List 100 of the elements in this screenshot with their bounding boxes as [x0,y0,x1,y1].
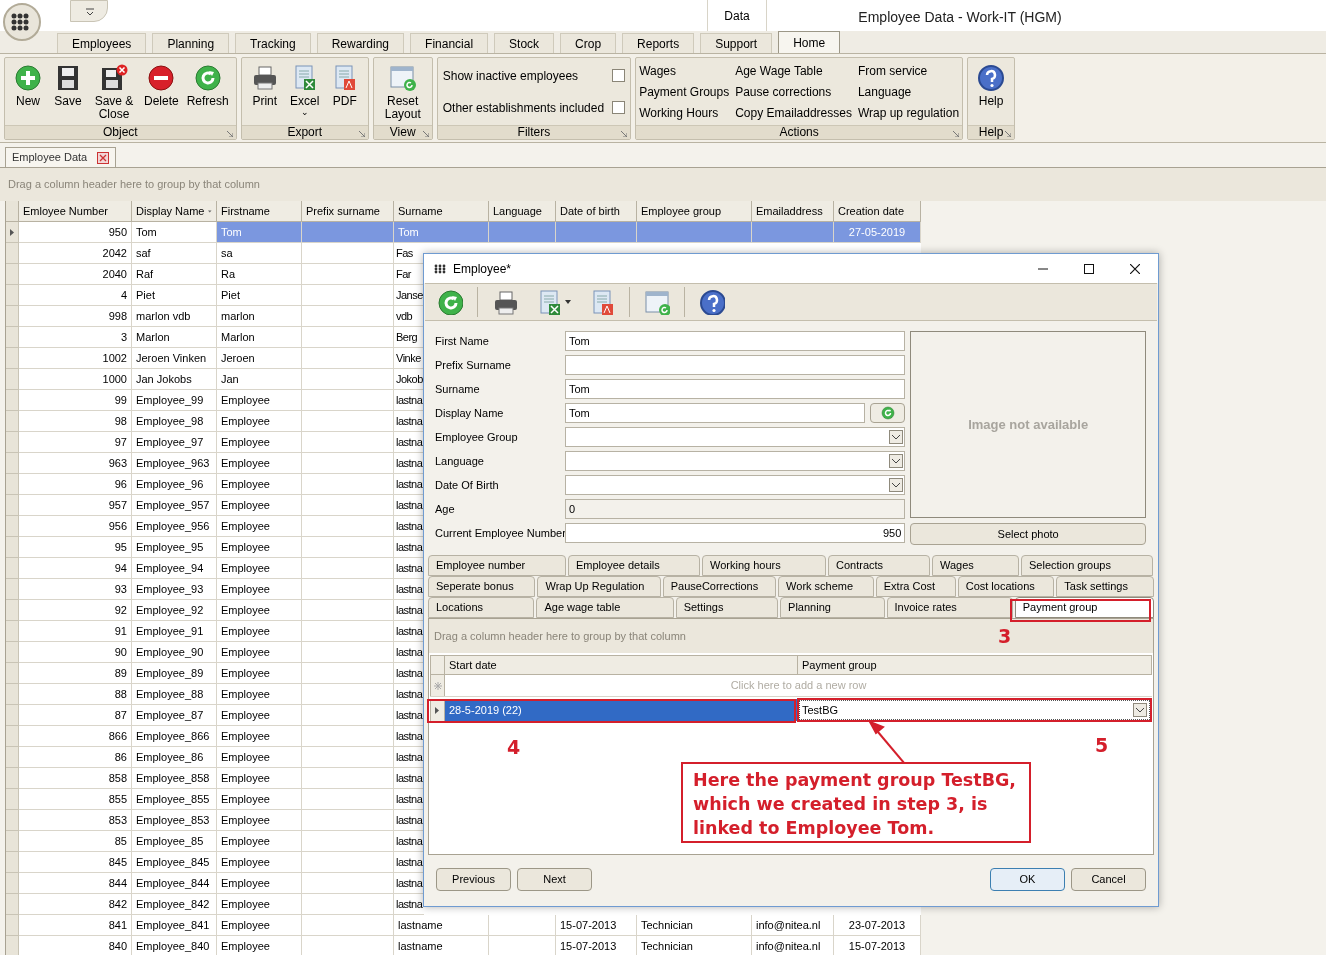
table-cell: 950 [19,222,132,243]
ribbon-tab[interactable]: Reports [622,33,695,53]
table-cell: Employee_99 [132,390,217,411]
input-field[interactable]: Tom [565,403,866,423]
ribbon-button[interactable]: PDF [324,58,365,125]
column-header[interactable]: Start date [445,655,798,675]
dropdown-field[interactable]: TestBG [797,698,1152,722]
ribbon-link[interactable]: Wages [639,61,730,80]
tab[interactable]: Invoice rates [886,597,1013,618]
quick-access-toolbar[interactable] [70,0,108,22]
ribbon-button[interactable]: Print [244,58,285,125]
dialog-button[interactable]: OK [990,868,1065,891]
ribbon-button[interactable]: Help [971,58,1012,125]
table-cell: Employee_87 [132,705,217,726]
input-field[interactable] [565,355,906,375]
chevron-down-icon [1136,707,1144,713]
tab[interactable]: Contracts [828,555,930,576]
table-cell: 841 [19,915,132,936]
tab[interactable]: Work scheme [778,576,874,597]
table-cell: Employee_85 [132,831,217,852]
input-field: 0 [565,499,906,519]
column-header[interactable]: Firstname [217,201,302,222]
tab[interactable]: Selection groups [1021,555,1153,576]
checkbox[interactable] [612,101,626,114]
dialog-button[interactable]: Cancel [1071,868,1146,891]
table-cell: 956 [19,516,132,537]
ribbon-tab[interactable]: Home [778,31,841,53]
tab[interactable]: Extra Cost [875,576,956,597]
tab[interactable]: Employee details [568,555,700,576]
checkbox[interactable] [612,69,626,82]
tab[interactable]: Seperate bonus [428,576,536,597]
tab[interactable]: Cost locations [957,576,1055,597]
document-tab[interactable]: Employee Data [5,147,117,167]
table-cell: Piet [132,285,217,306]
table-cell: 15-07-2013 [556,915,637,936]
column-header[interactable]: Language [489,201,556,222]
ribbon-tab[interactable]: Planning [152,33,230,53]
column-header[interactable]: Surname [394,201,489,222]
ribbon-link[interactable]: From service [857,61,960,80]
step-number: 3 [998,624,1012,649]
ribbon-button[interactable]: Save [48,58,88,125]
ribbon-button[interactable]: Delete [140,58,183,125]
column-header[interactable]: Creation date [834,201,921,222]
row-pointer-icon [10,228,14,236]
ribbon-button[interactable]: Reset Layout [376,58,429,125]
column-header[interactable]: Prefix surname [302,201,394,222]
input-field[interactable]: Tom [565,379,906,399]
input-field[interactable]: Tom [565,331,906,351]
input-field[interactable]: 950 [565,523,906,543]
table-cell: Jeroen Vinken [132,348,217,369]
ribbon-tab[interactable]: Financial [410,33,489,53]
ribbon-button[interactable]: New [8,58,48,125]
dropdown-field[interactable] [565,451,906,471]
row-header[interactable] [430,699,445,721]
ribbon-link[interactable]: Wrap up regulation [857,103,960,122]
tab[interactable]: Employee number [428,555,566,576]
ribbon-link[interactable]: Age Wage Table [735,61,852,80]
column-header[interactable]: Employee group [637,201,752,222]
select-photo-button[interactable]: Select photo [910,523,1146,545]
column-header[interactable]: Payment group [798,655,1152,675]
context-tab-label: Data [707,0,767,31]
table-cell: Employee [217,747,302,768]
tab[interactable]: Wrap Up Regulation [537,576,661,597]
dropdown-field[interactable] [565,427,906,447]
dropdown-field[interactable] [565,475,906,495]
tab[interactable]: Task settings [1056,576,1154,597]
ribbon-link[interactable]: Pause corrections [735,82,852,101]
tab[interactable]: Settings [675,597,779,618]
ribbon-tab[interactable]: Tracking [235,33,311,53]
table-cell: 98 [19,411,132,432]
tab[interactable]: Locations [428,597,535,618]
row-header[interactable] [6,222,19,243]
column-header[interactable]: Date of birth [556,201,637,222]
ribbon-tab[interactable]: Rewarding [316,33,405,53]
ribbon-link[interactable]: Copy Emailaddresses [735,103,852,122]
column-header[interactable]: Emailaddress [752,201,834,222]
ribbon-tab[interactable]: Stock [494,33,555,53]
ribbon-button[interactable]: Excel ⌄ [284,58,325,125]
tab[interactable]: PauseCorrections [662,576,777,597]
ribbon-tab[interactable]: Crop [560,33,617,53]
tab[interactable]: Working hours [702,555,826,576]
ribbon-link[interactable]: Working Hours [639,103,730,122]
refresh-button[interactable] [870,403,906,423]
ribbon-tab[interactable]: Employees [57,33,147,53]
tab[interactable]: Planning [780,597,885,618]
nav-button[interactable]: Previous [436,868,511,891]
column-header[interactable]: Emloyee Number [19,201,132,222]
ribbon-button[interactable]: Refresh [182,58,233,125]
column-header[interactable]: Display Name [132,201,217,222]
table-cell: Marlon [217,327,302,348]
ribbon-link[interactable]: Payment Groups [639,82,730,101]
ribbon-tab[interactable]: Support [700,33,773,53]
ribbon-button[interactable]: Save & Close [88,58,140,125]
table-cell: 94 [19,558,132,579]
table-cell: 4 [19,285,132,306]
table-cell: Employee [217,726,302,747]
ribbon-link[interactable]: Language [857,82,960,101]
tab[interactable]: Wages [932,555,1019,576]
tab[interactable]: Age wage table [536,597,674,618]
nav-button[interactable]: Next [517,868,592,891]
